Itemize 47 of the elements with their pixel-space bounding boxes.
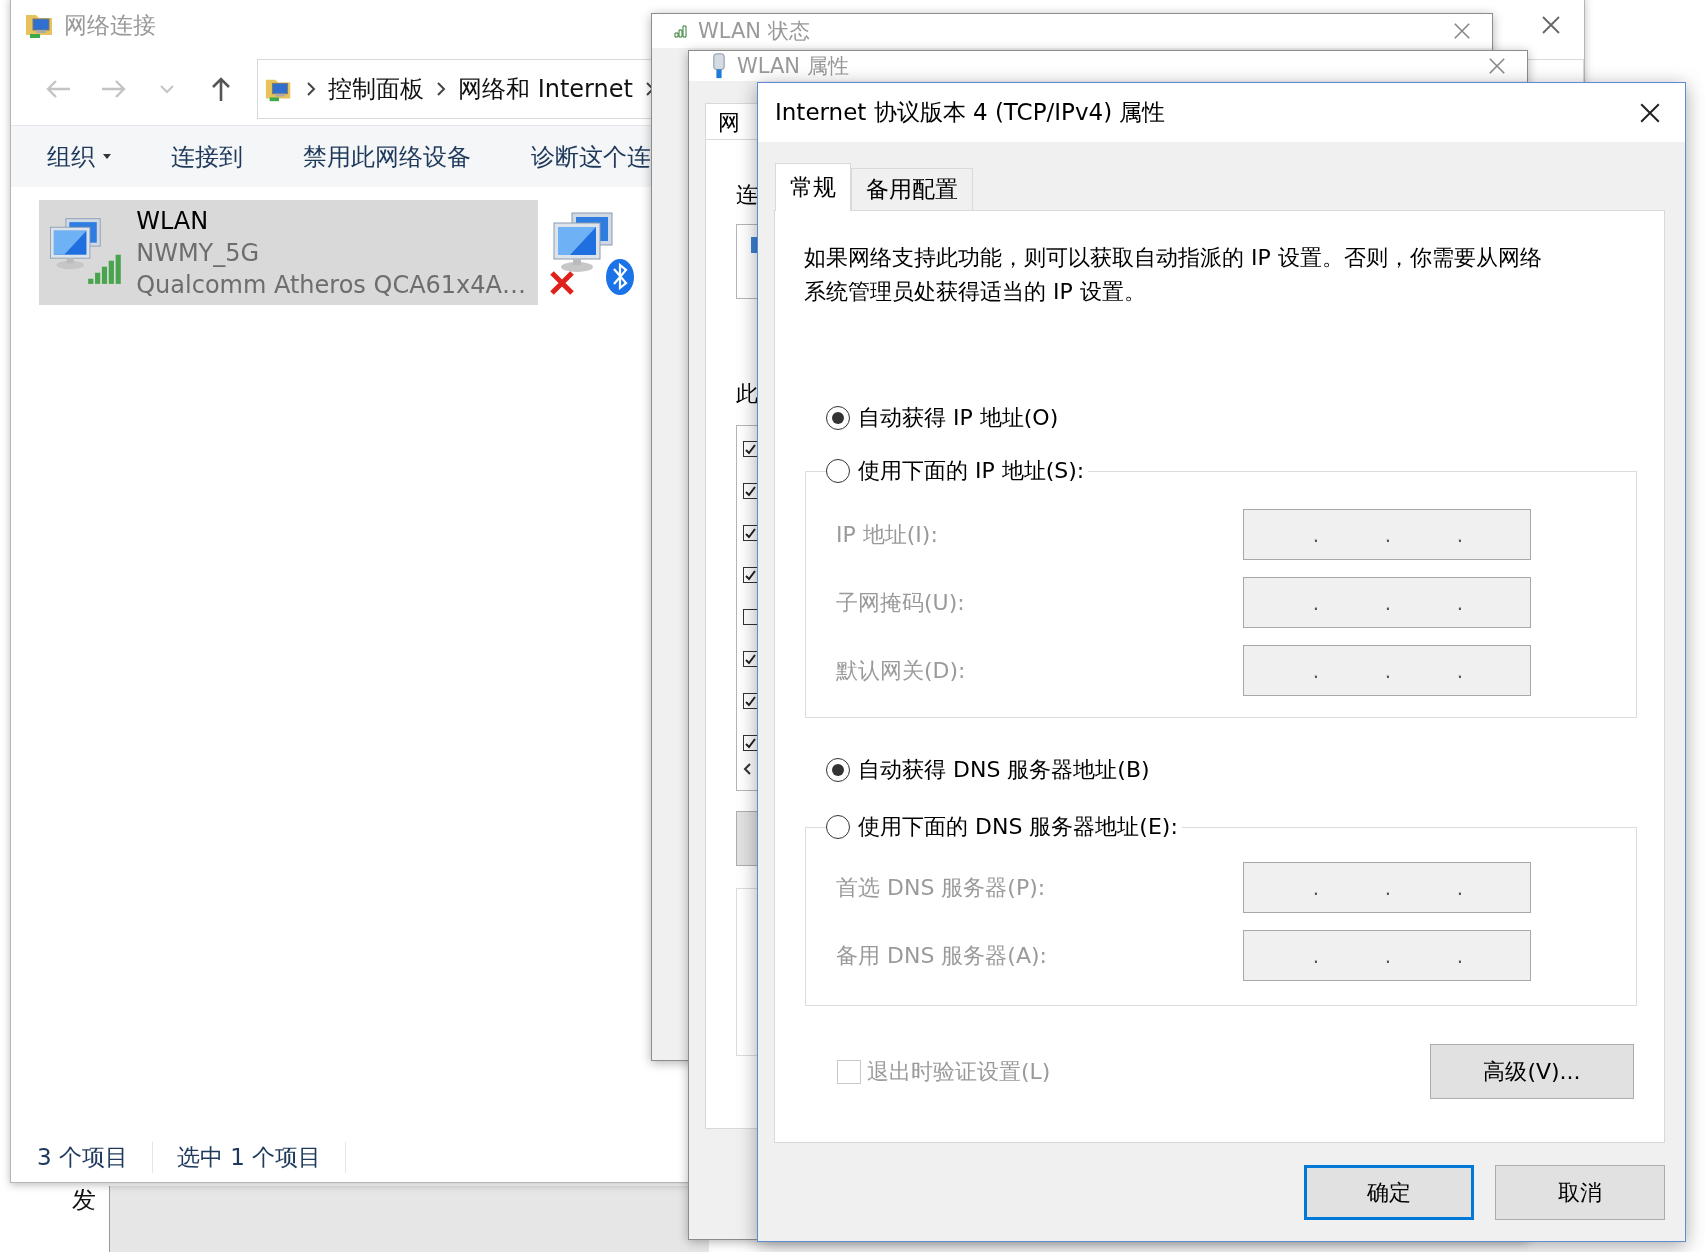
close-icon bbox=[1541, 15, 1561, 35]
toolbar-button[interactable]: 组织 bbox=[43, 140, 115, 173]
status-text: 3 个项目 bbox=[37, 1141, 153, 1173]
field-label: 此 bbox=[736, 380, 758, 408]
toolbar-button[interactable]: 禁用此网络设备 bbox=[299, 140, 475, 173]
window-title: WLAN 属性 bbox=[737, 54, 849, 78]
field-label: 首选 DNS 服务器(P): bbox=[836, 873, 1046, 902]
dropdown-chevron-icon bbox=[159, 84, 175, 94]
field-label: 子网掩码(U): bbox=[836, 588, 965, 617]
forward-arrow-icon bbox=[100, 79, 126, 99]
adapter-name: Qualcomm Atheros QCA61x4A… bbox=[136, 269, 526, 301]
dropdown-icon bbox=[103, 154, 111, 159]
close-icon bbox=[1639, 101, 1661, 124]
toolbar-button[interactable]: 诊断这个连 bbox=[527, 140, 655, 173]
chevron-icon bbox=[306, 81, 316, 97]
network-adapter-icon bbox=[711, 53, 727, 79]
toolbar-button[interactable]: 连接到 bbox=[167, 140, 247, 173]
up-arrow-icon bbox=[210, 76, 232, 102]
back-arrow-icon bbox=[46, 79, 72, 99]
window-title: WLAN 状态 bbox=[698, 19, 810, 43]
description-text: 如果网络支持此功能，则可以获取自动指派的 IP 设置。否则，你需要从网络系统管理员处获得适当的 IP 设置。 bbox=[804, 244, 1542, 306]
desktop-text: 发 bbox=[72, 1185, 96, 1216]
window-title: 网络连接 bbox=[64, 10, 156, 40]
breadcrumb-item[interactable]: 网络和 Internet bbox=[458, 73, 633, 105]
status-text: 选中 1 个项目 bbox=[176, 1141, 347, 1173]
field-label: IP 地址(I): bbox=[836, 520, 938, 549]
close-icon bbox=[1488, 57, 1506, 75]
advanced-button[interactable]: 高级(V)... bbox=[1430, 1044, 1634, 1099]
connection-name: WLAN bbox=[136, 205, 210, 237]
tab[interactable]: 备用配置 bbox=[851, 168, 973, 210]
field-label: 连 bbox=[736, 181, 758, 209]
tab[interactable]: 常规 bbox=[775, 163, 851, 211]
connection-item[interactable]: WLAN NWMY_5G Qualcomm Atheros QCA61x4A… bbox=[39, 200, 538, 305]
field-label: 默认网关(D): bbox=[836, 656, 966, 685]
close-icon bbox=[1453, 22, 1471, 40]
dialog-button[interactable]: 确定 bbox=[1304, 1165, 1474, 1220]
dialog-title: Internet 协议版本 4 (TCP/IPv4) 属性 bbox=[775, 98, 1166, 127]
chevron-icon bbox=[436, 81, 446, 97]
radio-option[interactable]: 自动获得 DNS 服务器地址(B) bbox=[826, 753, 1154, 787]
field-label: 备用 DNS 服务器(A): bbox=[836, 941, 1047, 970]
breadcrumb-item[interactable]: 控制面板 bbox=[328, 73, 424, 105]
adapter-icon bbox=[751, 237, 757, 253]
signal-icon bbox=[674, 24, 688, 38]
radio-option[interactable]: 自动获得 IP 地址(O) bbox=[826, 401, 1063, 435]
scroll-left-icon bbox=[743, 763, 751, 775]
dialog-button[interactable]: 取消 bbox=[1495, 1165, 1665, 1220]
network-name: NWMY_5G bbox=[136, 237, 261, 269]
